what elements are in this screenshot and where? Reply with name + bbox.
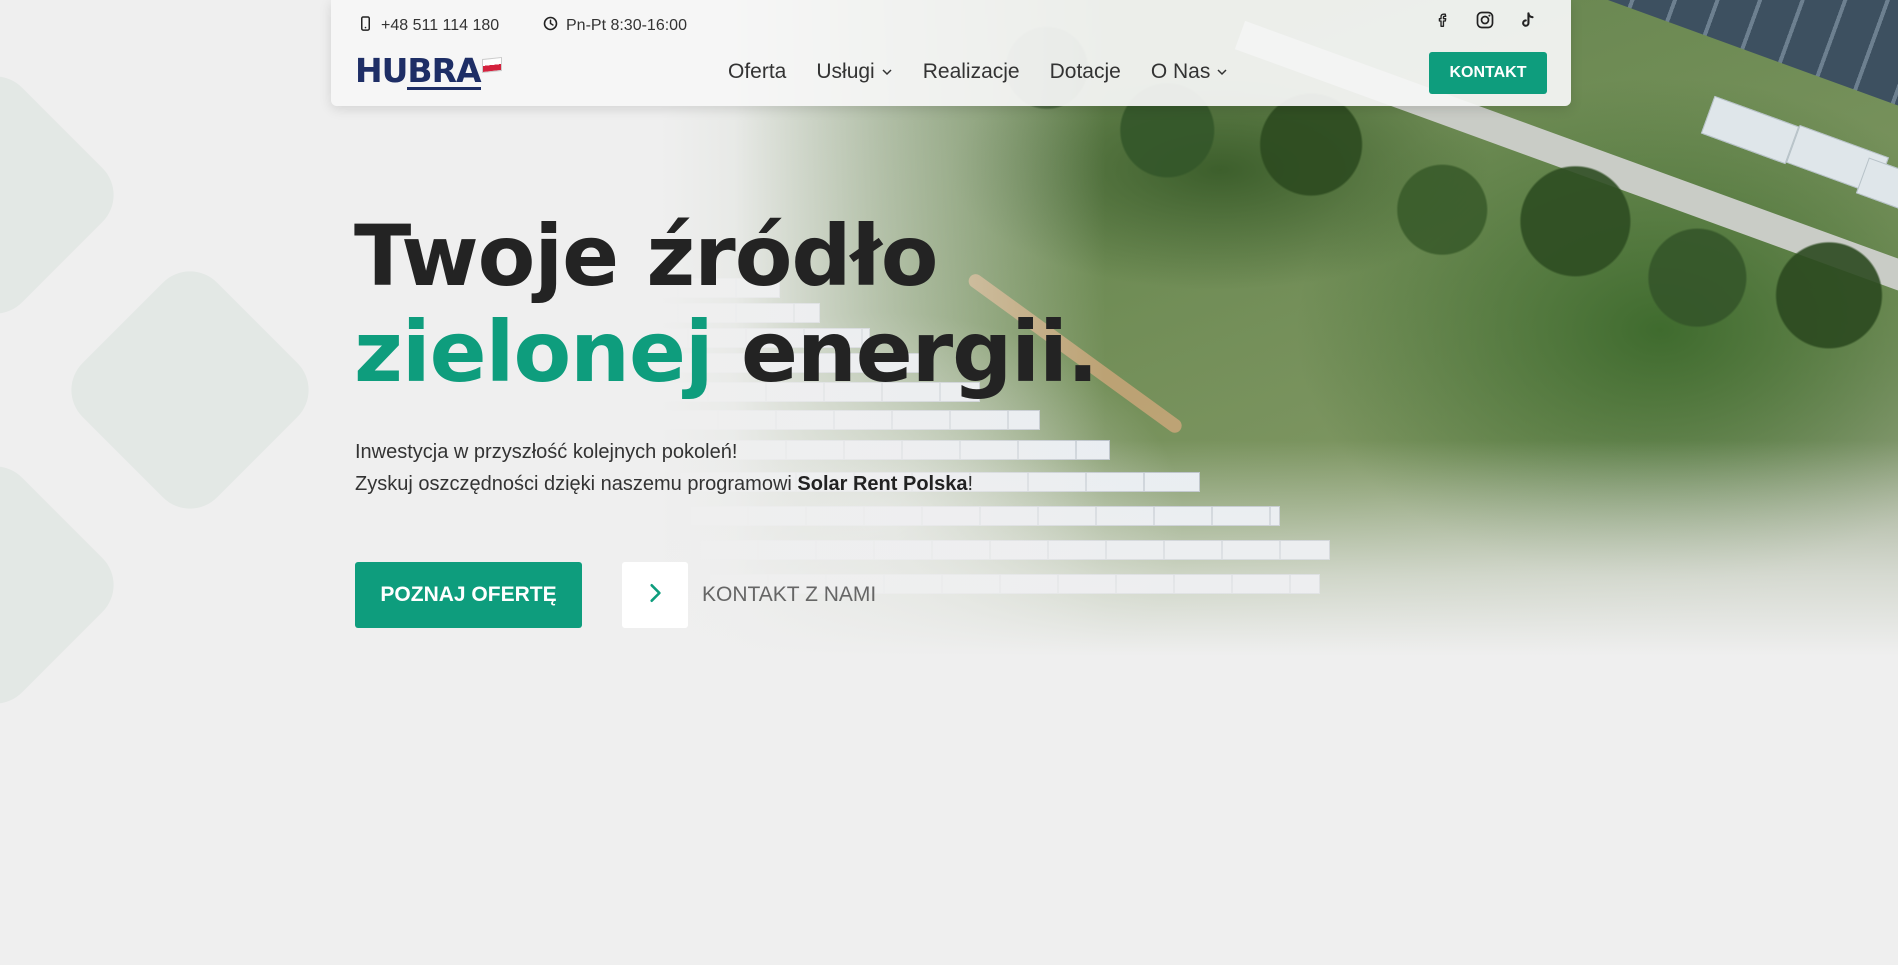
clock-icon <box>543 16 558 36</box>
nav-item-oferta[interactable]: Oferta <box>728 60 786 84</box>
instagram-icon[interactable] <box>1474 9 1496 31</box>
main-nav: Oferta Usługi Realizacje Dotacje O Nas <box>728 60 1258 84</box>
hero-subtitle: Inwestycja w przyszłość kolejnych pokole… <box>355 436 973 500</box>
nav-item-realizacje[interactable]: Realizacje <box>923 60 1020 84</box>
logo-text-part2: BRA <box>407 51 482 90</box>
decor-shape-3 <box>0 450 130 720</box>
program-name: Solar Rent Polska <box>797 473 968 495</box>
nav-item-uslugi[interactable]: Usługi <box>816 60 892 84</box>
phone-icon <box>358 16 373 36</box>
chevron-down-icon <box>1216 60 1228 84</box>
site-header: +48 511 114 180 Pn-Pt 8:30-16:00 HU BRA … <box>331 0 1571 106</box>
see-offer-button[interactable]: POZNAJ OFERTĘ <box>355 562 582 628</box>
arrow-box <box>622 562 688 628</box>
subtitle-line2-post: ! <box>967 473 974 495</box>
contact-us-button[interactable]: KONTAKT Z NAMI <box>622 562 876 628</box>
tiktok-icon[interactable] <box>1516 9 1538 31</box>
decor-shape-2 <box>55 255 325 525</box>
polish-flag-icon <box>481 56 502 74</box>
phone-contact[interactable]: +48 511 114 180 <box>358 16 499 36</box>
phone-number: +48 511 114 180 <box>381 17 500 34</box>
contact-button[interactable]: KONTAKT <box>1429 52 1547 94</box>
subtitle-line1: Inwestycja w przyszłość kolejnych pokole… <box>355 441 738 463</box>
nav-item-o-nas[interactable]: O Nas <box>1151 60 1229 84</box>
opening-hours: Pn-Pt 8:30-16:00 <box>543 16 687 36</box>
headline-line1: Twoje źródło <box>354 207 938 305</box>
hubra-logo[interactable]: HU BRA <box>355 54 502 90</box>
chevron-down-icon <box>881 60 893 84</box>
hours-text: Pn-Pt 8:30-16:00 <box>566 17 687 34</box>
subtitle-line2-pre: Zyskuj oszczędności dzięki naszemu progr… <box>355 473 798 495</box>
nav-item-dotacje[interactable]: Dotacje <box>1050 60 1121 84</box>
headline-rest: energii. <box>712 303 1099 401</box>
logo-text-part1: HU <box>355 51 408 90</box>
hero-headline: Twoje źródło zielonej energii. <box>354 207 1099 401</box>
facebook-icon[interactable] <box>1432 9 1454 31</box>
contact-us-label: KONTAKT Z NAMI <box>702 583 877 606</box>
decor-shape-1 <box>0 60 130 330</box>
chevron-right-icon <box>644 582 666 609</box>
headline-highlight: zielonej <box>354 303 714 401</box>
